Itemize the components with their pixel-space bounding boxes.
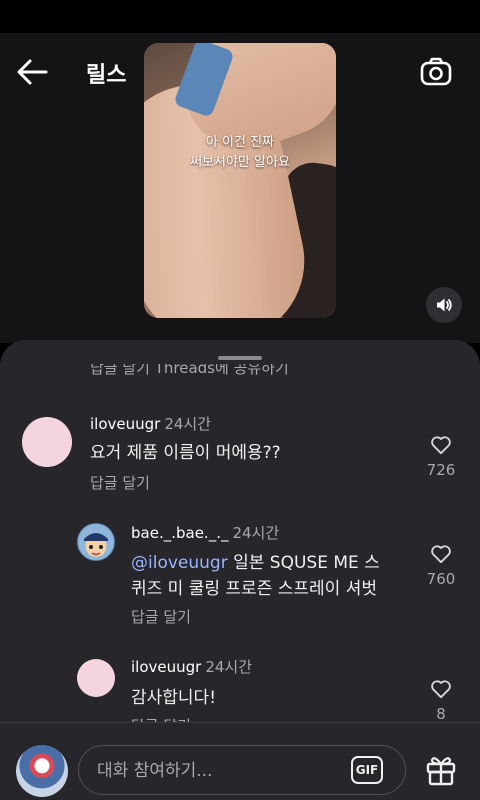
heart-icon (431, 436, 451, 455)
comment-input[interactable] (97, 758, 337, 784)
gift-icon[interactable] (424, 752, 458, 786)
comment-text: @iloveuugr 일본 SQUSE ME 스 퀴즈 미 쿨링 프로즌 스프레… (131, 553, 380, 599)
like-count: 726 (426, 461, 456, 479)
like-button[interactable]: 726 (421, 435, 461, 479)
comment-text: 감사합니다! (131, 688, 217, 708)
reel-video-thumbnail[interactable]: 아 이건 진짜 써보셔야만 알아요 (144, 43, 336, 318)
comment-username[interactable]: iloveuugr 24시간 (131, 656, 252, 677)
clipped-previous-row: 답글 달기 Threads에 공유하기 (90, 364, 289, 377)
avatar[interactable] (77, 659, 115, 697)
heart-icon (431, 545, 451, 564)
avatar[interactable] (77, 523, 115, 561)
comment-text: 요거 제품 이름이 머에용?? (90, 443, 281, 463)
status-bar (0, 0, 480, 33)
comment-composer: GIF (0, 722, 480, 800)
reply-button[interactable]: 답글 달기 (90, 472, 150, 493)
like-count: 8 (436, 705, 446, 723)
comment-username[interactable]: iloveuugr 24시간 (90, 413, 211, 434)
my-avatar[interactable] (16, 745, 68, 797)
video-caption: 아 이건 진짜 써보셔야만 알아요 (190, 135, 290, 170)
sound-toggle-button[interactable] (426, 287, 462, 323)
like-button[interactable]: 760 (421, 544, 461, 588)
heart-icon (431, 680, 451, 699)
comment-input-box[interactable]: GIF (78, 745, 406, 795)
mention-link[interactable]: @iloveuugr (131, 553, 228, 573)
like-count: 760 (426, 570, 456, 588)
page-title: 릴스 (86, 63, 127, 88)
gif-button[interactable]: GIF (351, 756, 383, 784)
avatar[interactable] (22, 417, 72, 467)
speaker-icon (437, 298, 452, 312)
camera-icon[interactable] (418, 54, 454, 90)
back-arrow-icon[interactable] (14, 54, 50, 90)
like-button[interactable]: 8 (421, 679, 461, 723)
cartoon-avatar-icon (84, 533, 108, 556)
reply-button[interactable]: 답글 달기 (131, 606, 191, 627)
comment-username[interactable]: bae._.bae._._ 24시간 (131, 522, 279, 543)
sheet-drag-handle[interactable] (218, 356, 262, 360)
